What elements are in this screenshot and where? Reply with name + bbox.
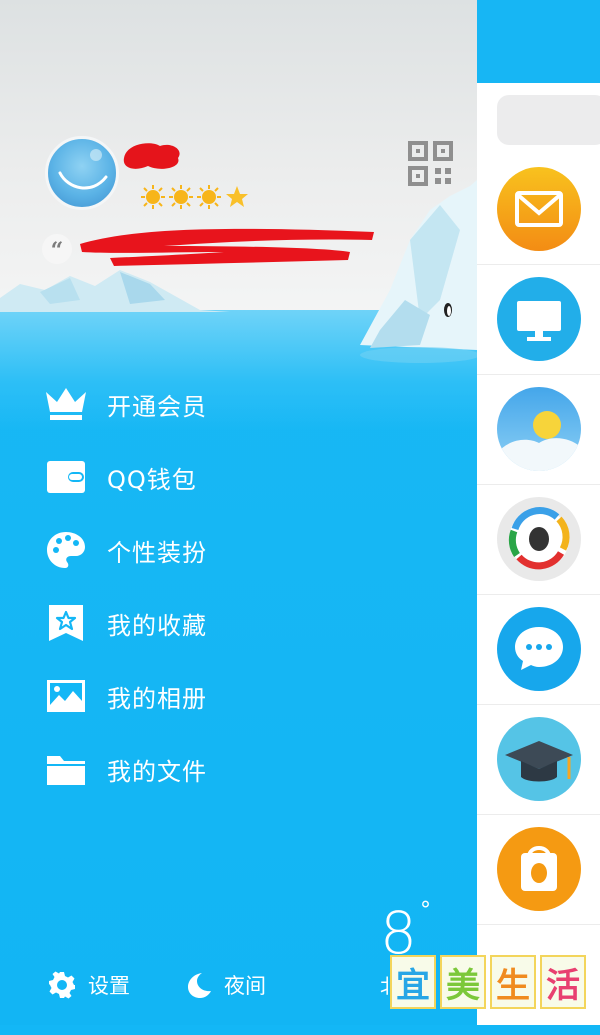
star-icon (226, 186, 248, 207)
main-page-peek (477, 0, 600, 1025)
menu-item-label: 我的文件 (107, 757, 207, 786)
menu-item-vip[interactable]: 开通会员 (0, 374, 360, 434)
watermark-logo: 宜 美 生 活 (390, 955, 590, 1015)
photo-icon (47, 680, 85, 712)
menu-item-label: 我的相册 (107, 684, 207, 713)
side-drawer: “ 开通会员 QQ钱包 个性装扮 我的收藏 我的相册 我的文件 8 ° 设置 夜… (0, 0, 477, 1025)
menu-item-album[interactable]: 我的相册 (0, 666, 360, 726)
chat-icon (497, 607, 581, 691)
menu-item-favorites[interactable]: 我的收藏 (0, 593, 360, 653)
folder-icon (47, 756, 85, 785)
qq-news-icon (497, 497, 581, 581)
title-bar (477, 0, 600, 83)
redacted-nickname (123, 143, 180, 169)
menu-item-label: 个性装扮 (107, 538, 207, 567)
watermark-char: 生 (490, 955, 536, 1009)
sun-icon (141, 185, 165, 209)
list-item[interactable] (477, 485, 600, 595)
penguin-icon (444, 303, 452, 317)
menu-item-files[interactable]: 我的文件 (0, 739, 360, 799)
gear-icon (49, 971, 75, 999)
degree-symbol: ° (420, 898, 431, 923)
palette-icon (47, 532, 85, 568)
qq-shop-icon (497, 827, 581, 911)
weather-icon (497, 387, 581, 471)
moon-icon (188, 973, 211, 998)
menu-item-wallet[interactable]: QQ钱包 (0, 447, 360, 507)
watermark-char: 美 (440, 955, 486, 1009)
avatar[interactable] (45, 136, 119, 210)
night-label: 夜间 (224, 974, 266, 998)
watermark-char: 宜 (390, 955, 436, 1009)
list-item[interactable] (477, 155, 600, 265)
settings-label: 设置 (88, 974, 130, 998)
menu-item-theme[interactable]: 个性装扮 (0, 520, 360, 580)
watermark-char: 活 (540, 955, 586, 1009)
computer-icon (497, 277, 581, 361)
signature-quote-icon: “ (42, 234, 72, 264)
bookmark-star-icon (49, 605, 83, 641)
search-input[interactable] (497, 95, 600, 145)
wallet-icon (47, 461, 85, 493)
sun-icon (169, 185, 193, 209)
night-mode-button[interactable]: 夜间 (186, 958, 266, 1012)
sun-icon (197, 185, 221, 209)
settings-button[interactable]: 设置 (48, 958, 130, 1012)
level-badges[interactable] (140, 184, 250, 210)
list-item[interactable] (477, 815, 600, 925)
list-item[interactable] (477, 595, 600, 705)
list-item[interactable] (477, 265, 600, 375)
redacted-signature[interactable] (74, 222, 379, 274)
mail-icon (497, 167, 581, 251)
menu-item-label: QQ钱包 (107, 465, 197, 494)
graduation-cap-icon (497, 717, 581, 801)
qr-code-icon[interactable] (408, 141, 453, 186)
menu-item-label: 我的收藏 (107, 611, 207, 640)
menu-item-label: 开通会员 (107, 392, 207, 421)
list-item[interactable] (477, 375, 600, 485)
list-item[interactable] (477, 705, 600, 815)
crown-icon (46, 388, 86, 420)
